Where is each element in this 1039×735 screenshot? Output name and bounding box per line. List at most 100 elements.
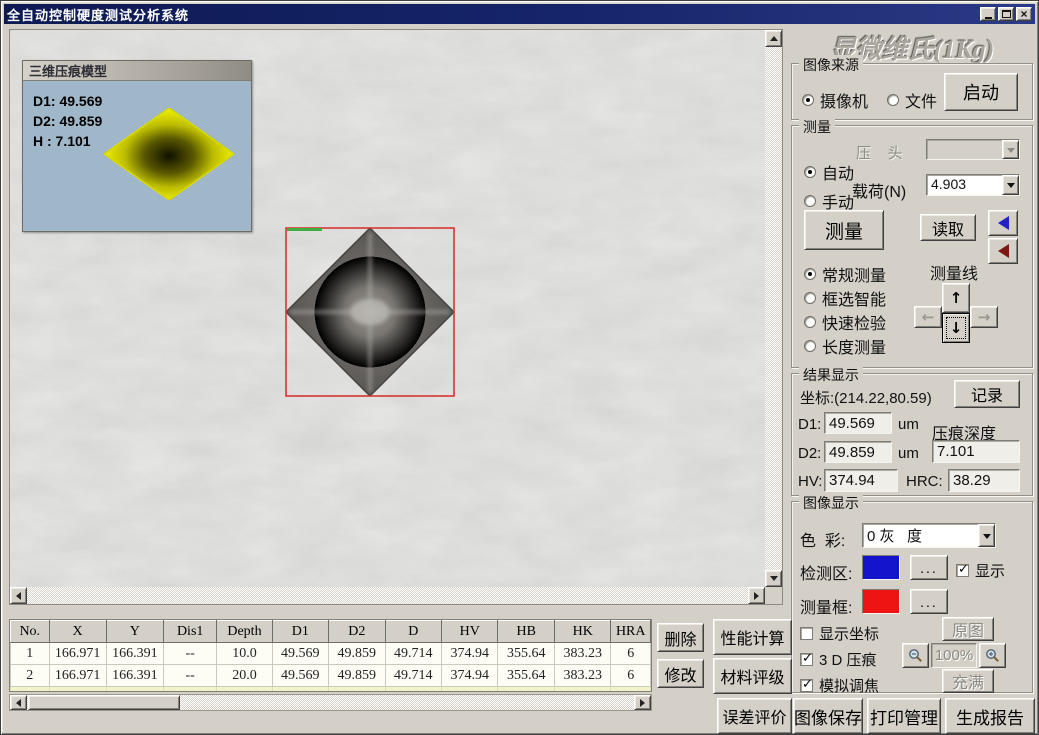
column-header[interactable]: HB	[498, 621, 554, 643]
checkbox-show[interactable]: 显示	[956, 560, 1005, 581]
app-window: 全自动控制硬度测试分析系统 ×	[0, 0, 1039, 735]
column-header[interactable]: HK	[554, 621, 610, 643]
error-eval-button[interactable]: 误差评价	[717, 698, 792, 734]
scroll-right-icon	[754, 592, 759, 600]
color-dropdown-icon	[978, 524, 995, 547]
back-button[interactable]	[988, 238, 1018, 264]
minimize-button[interactable]	[980, 7, 996, 21]
color-value: 0 灰 度	[863, 524, 978, 547]
checkbox-simulate-focus-box	[800, 679, 813, 692]
depth-field[interactable]: 7.101	[932, 440, 1020, 463]
d2-field[interactable]: 49.859	[824, 441, 892, 463]
table-row[interactable]: 1166.971166.391--10.049.56949.85949.7143…	[11, 643, 651, 665]
radio-auto[interactable]: 自动	[804, 160, 854, 184]
measure-line-label: 测量线	[930, 260, 978, 284]
start-button[interactable]: 启动	[944, 73, 1018, 111]
blue-left-triangle-icon	[998, 216, 1009, 230]
group-image-display: 图像显示 色 彩: 0 灰 度 检测区: ... 显示 测量框: ... 显示坐…	[791, 501, 1033, 693]
scroll-down-button[interactable]	[765, 570, 782, 587]
generate-report-button[interactable]: 生成报告	[945, 698, 1035, 734]
performance-calc-button[interactable]: 性能计算	[713, 619, 792, 655]
radio-file[interactable]: 文件	[887, 88, 937, 112]
hrc-field[interactable]: 38.29	[948, 469, 1020, 492]
table-scroll-left-button[interactable]	[10, 695, 27, 710]
overlay-h-value: H : 7.101	[33, 133, 91, 149]
column-header[interactable]: Depth	[217, 621, 272, 643]
close-button[interactable]: ×	[1016, 7, 1032, 21]
column-header[interactable]: Dis1	[163, 621, 216, 643]
radio-mode-length-label: 长度测量	[822, 334, 886, 358]
measure-line-right-button[interactable]: →	[970, 306, 998, 328]
table-scroll-right-button[interactable]	[634, 695, 651, 710]
prev-button[interactable]	[988, 210, 1018, 236]
frame-color-picker-button[interactable]: ...	[910, 589, 948, 614]
column-header[interactable]: D1	[272, 621, 328, 643]
measure-line-left-button[interactable]: ←	[914, 306, 942, 328]
load-select[interactable]: 4.903	[926, 174, 1020, 196]
maximize-button[interactable]	[998, 7, 1014, 21]
scroll-left-icon	[16, 592, 21, 600]
measure-button[interactable]: 测量	[804, 210, 884, 250]
detect-color-swatch[interactable]	[862, 555, 900, 580]
left-arrow-icon: ←	[922, 308, 935, 326]
column-header[interactable]: D2	[329, 621, 385, 643]
minimize-icon	[985, 17, 992, 19]
checkbox-3d-indent[interactable]: 3 D 压痕	[800, 649, 877, 670]
group-image-display-legend: 图像显示	[799, 493, 863, 513]
zoom-out-button[interactable]	[902, 643, 929, 668]
print-manage-button[interactable]: 打印管理	[867, 698, 941, 734]
up-arrow-icon: ↑	[950, 289, 963, 307]
group-results-legend: 结果显示	[799, 365, 863, 385]
image-hscrollbar	[10, 587, 765, 604]
radio-mode-quick-check[interactable]: 快速检验	[804, 310, 886, 334]
table-row[interactable]: 2166.971166.391--20.049.56949.85949.7143…	[11, 665, 651, 687]
scrollbar-corner	[765, 587, 782, 604]
table-hscroll-thumb[interactable]	[28, 695, 180, 710]
column-header[interactable]: D	[385, 621, 441, 643]
delete-button[interactable]: 删除	[657, 623, 704, 652]
radio-camera[interactable]: 摄像机	[802, 88, 868, 112]
checkbox-show-coordinates[interactable]: 显示坐标	[800, 623, 879, 644]
measure-line-down-button[interactable]: ↓	[942, 313, 970, 343]
frame-color-swatch[interactable]	[862, 589, 900, 614]
hv-field[interactable]: 374.94	[824, 469, 898, 492]
down-arrow-icon: ↓	[950, 319, 963, 337]
radio-mode-box-smart[interactable]: 框选智能	[804, 286, 886, 310]
measure-frame-label: 测量框:	[800, 594, 852, 618]
scroll-right-button[interactable]	[748, 587, 765, 604]
column-header[interactable]: Y	[106, 621, 163, 643]
column-header[interactable]: X	[49, 621, 106, 643]
radio-mode-normal[interactable]: 常规测量	[804, 262, 886, 286]
d2-unit: um	[898, 445, 919, 462]
save-image-button[interactable]: 图像保存	[793, 698, 863, 734]
radio-mode-length[interactable]: 长度测量	[804, 334, 886, 358]
radio-mode-box-smart-label: 框选智能	[822, 286, 886, 310]
zoom-in-button[interactable]	[979, 643, 1006, 668]
original-image-button[interactable]: 原图	[942, 617, 994, 641]
d2-label: D2:	[798, 445, 821, 462]
checkbox-show-coordinates-label: 显示坐标	[819, 623, 879, 644]
scroll-left-button[interactable]	[10, 587, 27, 604]
column-header[interactable]: HV	[442, 621, 498, 643]
image-vscroll-track[interactable]	[765, 30, 782, 587]
read-button[interactable]: 读取	[920, 214, 976, 241]
detect-color-picker-button[interactable]: ...	[910, 555, 948, 580]
fit-button[interactable]: 充满	[942, 669, 994, 693]
specimen-image[interactable]: 三维压痕模型 D1: 49.569 D2: 49.859 H : 7.101	[10, 30, 765, 587]
color-select[interactable]: 0 灰 度	[862, 523, 996, 548]
column-header[interactable]: No.	[11, 621, 50, 643]
modify-button[interactable]: 修改	[657, 659, 704, 688]
measure-line-up-button[interactable]: ↑	[942, 283, 970, 313]
table-hscrollbar	[9, 694, 652, 711]
checkbox-simulate-focus[interactable]: 模拟调焦	[800, 675, 879, 696]
column-header[interactable]: HRA	[611, 621, 651, 643]
d1-field[interactable]: 49.569	[824, 412, 892, 434]
indent-3d-panel-title[interactable]: 三维压痕模型	[23, 61, 251, 81]
image-hscroll-track[interactable]	[10, 587, 765, 604]
material-grade-button[interactable]: 材料评级	[713, 658, 792, 694]
record-button[interactable]: 记录	[954, 380, 1020, 408]
d1-label: D1:	[798, 416, 821, 433]
scroll-up-button[interactable]	[765, 30, 782, 47]
results-table: No.XYDis1DepthD1D2DHVHBHKHRA 1166.971166…	[9, 619, 652, 692]
checkbox-show-box	[956, 564, 969, 577]
